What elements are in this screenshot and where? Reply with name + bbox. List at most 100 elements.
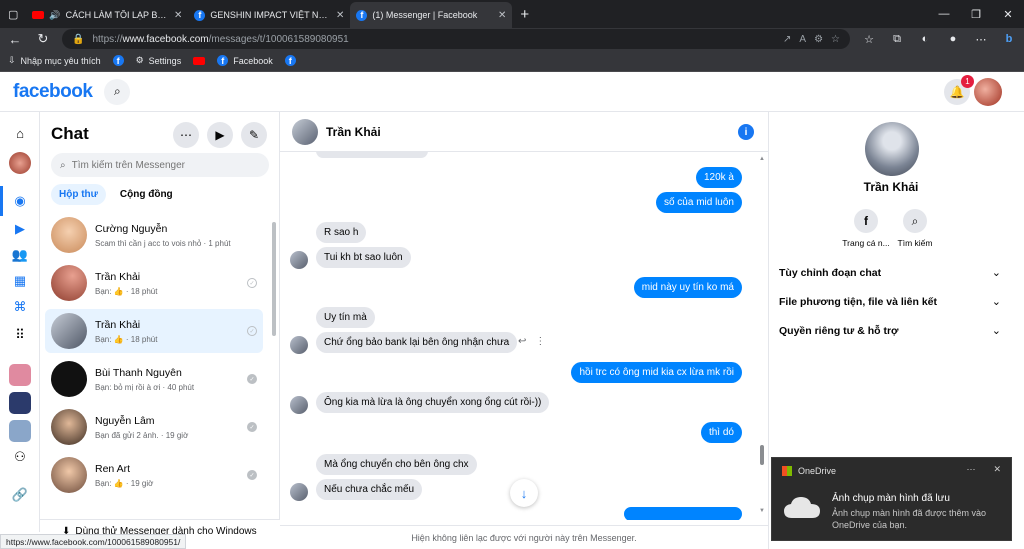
reply-icon[interactable]: ↩	[518, 336, 526, 347]
back-icon[interactable]: ←	[6, 32, 24, 47]
section-privacy-support[interactable]: Quyền riêng tư & hỗ trợ ⌄	[779, 324, 1001, 338]
bookmarks-bar: ⇩ Nhập mục yêu thích f ⚙ Settings f Face…	[0, 50, 1024, 72]
home-icon[interactable]: ⌂	[9, 122, 31, 144]
minimize-icon[interactable]: —	[928, 0, 960, 28]
open-in-app-icon[interactable]: ↗	[783, 34, 791, 45]
conversation-item[interactable]: Nguyễn Lâm Bạn đã gửi 2 ảnh. · 19 giờ ✓	[45, 405, 263, 449]
marketplace-icon[interactable]: ▦	[9, 270, 31, 292]
message-bubble-in[interactable]: Chứ ổng bảo bank lại bên ông nhận chưa	[316, 332, 518, 353]
bookmark-facebook-1[interactable]: f	[112, 55, 124, 66]
messenger-icon[interactable]: ◉	[9, 190, 31, 212]
message-bubble-in[interactable]: Nếu chưa chắc mếu	[316, 479, 423, 500]
chat-search[interactable]: ⌕	[51, 153, 269, 177]
browser-tab-2[interactable]: f GENSHIN IMPACT VIỆT NAM TRA ✕	[188, 2, 350, 28]
bookmark-youtube[interactable]	[193, 56, 206, 65]
maximize-icon[interactable]: ❐	[960, 0, 992, 28]
video-call-icon[interactable]: ▶	[207, 122, 233, 148]
message-bubble-in[interactable]: Ông kia mà lừa là ông chuyển xong ổng cú…	[316, 392, 550, 413]
info-icon[interactable]: i	[738, 124, 754, 140]
facebook-logo[interactable]: facebook	[13, 81, 93, 103]
close-tab-icon[interactable]: ✕	[498, 10, 506, 21]
search-action[interactable]: ⌕ Tìm kiếm	[880, 209, 950, 248]
refresh-icon[interactable]: ↻	[34, 31, 52, 47]
more-vertical-icon[interactable]: ⋮	[535, 336, 545, 347]
shortcut-icon[interactable]	[9, 392, 31, 414]
close-tab-icon[interactable]: ✕	[174, 10, 182, 21]
collections-icon[interactable]: ⧉	[888, 33, 906, 46]
message-bubble-out[interactable]: mid này uy tín ko má	[633, 277, 742, 298]
chat-list-scrollbar[interactable]	[272, 222, 276, 336]
close-tab-icon[interactable]: ✕	[336, 10, 344, 21]
bing-icon[interactable]: b	[1000, 33, 1018, 45]
conversation-item[interactable]: Trần Khải Bạn: 👍 · 18 phút ✓	[45, 261, 263, 305]
seen-status-icon: ✓	[247, 278, 257, 288]
friends-icon[interactable]: 👥	[9, 244, 31, 266]
toast-more-icon[interactable]: ⋯	[966, 464, 975, 475]
conversation-item-active[interactable]: Trần Khải Bạn: 👍 · 18 phút ✓	[45, 309, 263, 353]
bookmark-facebook-3[interactable]: f	[284, 55, 296, 66]
browser-tab-3[interactable]: f (1) Messenger | Facebook ✕	[350, 2, 513, 28]
extension-icon[interactable]: ⚙	[814, 34, 823, 45]
favorite-star-icon[interactable]: ☆	[831, 34, 840, 45]
bookmark-import[interactable]: ⇩ Nhập mục yêu thích	[8, 55, 101, 66]
profile-icon[interactable]: ●	[944, 33, 962, 45]
gear-icon: ⚙	[135, 55, 144, 65]
message-bubble-out[interactable]: thì dó	[700, 422, 742, 443]
url-field[interactable]: 🔒 https://www.facebook.com/messages/t/10…	[62, 29, 850, 49]
conversation-item[interactable]: Ren Art Bạn: 👍 · 19 giờ ✓	[45, 453, 263, 497]
conversation-item[interactable]: Cường Nguyễn Scam thì cần j acc to vois …	[45, 213, 263, 257]
scroll-up-arrow-icon[interactable]: ▲	[759, 156, 765, 162]
link-icon[interactable]: 🔗	[9, 484, 31, 506]
onedrive-notification[interactable]: OneDrive ⋯ ✕ Ảnh chụp màn hình đã lưu Ản…	[771, 457, 1012, 541]
new-tab-icon[interactable]: +	[520, 6, 529, 23]
contact-name[interactable]: Trần Khải	[326, 125, 381, 139]
more-options-icon[interactable]: ⋯	[173, 122, 199, 148]
profile-switch-icon[interactable]: ◐	[916, 33, 934, 45]
seen-status-icon: ✓	[247, 326, 257, 336]
bookmark-facebook-2[interactable]: f Facebook	[217, 55, 273, 66]
contact-large-avatar[interactable]	[865, 122, 919, 176]
section-media-files[interactable]: File phương tiện, file và liên kết ⌄	[779, 295, 1001, 309]
section-customize-chat[interactable]: Tùy chỉnh đoạn chat ⌄	[779, 266, 1001, 280]
menu-grid-icon[interactable]: ⠿	[9, 324, 31, 346]
shortcut-icon[interactable]	[9, 420, 31, 442]
message-bubble-in[interactable]: Tui kh bt sao luôn	[316, 247, 411, 268]
compose-icon[interactable]: ✎	[241, 122, 267, 148]
close-window-icon[interactable]: ✕	[992, 0, 1024, 28]
favorites-icon[interactable]: ☆	[860, 33, 878, 46]
conversation-scrollbar[interactable]	[760, 445, 764, 465]
search-icon[interactable]: ⌕	[104, 78, 131, 105]
scroll-down-arrow-icon[interactable]: ▼	[759, 508, 765, 514]
toast-close-icon[interactable]: ✕	[993, 464, 1001, 475]
conversation-item[interactable]: Bùi Thanh Nguyên Bạn: bỏ mị rồi à ơi · 4…	[45, 357, 263, 401]
contact-avatar[interactable]	[292, 118, 318, 145]
jump-to-latest-button[interactable]: ↓	[510, 479, 538, 507]
message-bubble-out[interactable]: hồi trc có ông mid kia cx lừa mk rồi	[571, 362, 742, 383]
browser-tab-1[interactable]: 🔊 CÁCH LÀM TÔI LẠP BÁT - N ✕	[26, 2, 188, 28]
watch-icon[interactable]: ▶	[9, 218, 31, 240]
search-icon: ⌕	[903, 209, 927, 233]
address-bar-row: ← ↻ 🔒 https://www.facebook.com/messages/…	[0, 28, 1024, 50]
message-bubble-out[interactable]: 120k à	[695, 167, 742, 188]
message-bubble-out[interactable]: số của mid luôn	[655, 192, 742, 213]
window-controls: — ❐ ✕	[928, 0, 1024, 28]
shortcut-icon[interactable]	[9, 364, 31, 386]
tab-actions-icon[interactable]: ▢	[8, 8, 18, 21]
gaming-icon[interactable]: ⌘	[9, 296, 31, 318]
tab-community[interactable]: Cộng đồng	[112, 184, 181, 205]
message-bubble-in[interactable]: Mà ổng chuyển cho bên ông chx	[316, 454, 477, 475]
more-icon[interactable]: ⋯	[972, 33, 990, 46]
groups-icon[interactable]: ⚇	[9, 446, 31, 468]
read-aloud-icon[interactable]: A	[799, 34, 806, 45]
bookmark-settings[interactable]: ⚙ Settings	[136, 55, 182, 66]
tab-inbox[interactable]: Hộp thư	[51, 184, 106, 205]
account-avatar[interactable]	[974, 78, 1002, 106]
conversation-snippet: Bạn: 👍 · 18 phút	[95, 334, 158, 344]
profile-avatar-icon[interactable]	[9, 152, 31, 174]
tab-tools: ▢	[0, 0, 26, 28]
message-bubble-in[interactable]: Uy tín mà	[316, 307, 375, 328]
chevron-down-icon: ⌄	[991, 296, 1001, 308]
message-bubble-in[interactable]: R sao h	[316, 222, 367, 243]
search-input[interactable]	[71, 159, 252, 171]
sender-avatar	[290, 336, 308, 354]
